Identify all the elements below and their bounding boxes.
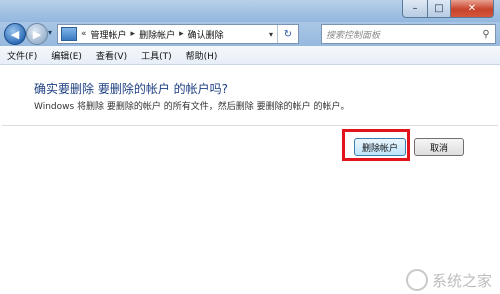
control-panel-icon <box>61 27 77 41</box>
menu-bar: 文件(F) 编辑(E) 查看(V) 工具(T) 帮助(H) <box>0 46 500 65</box>
back-button[interactable]: ◀ <box>4 23 26 45</box>
search-input[interactable]: 搜索控制面板 <box>322 28 477 41</box>
address-controls: ▾ ↻ <box>265 25 298 43</box>
title-bar: – □ ✕ <box>0 0 500 22</box>
menu-help[interactable]: 帮助(H) <box>179 49 225 62</box>
breadcrumb-separator-icon[interactable]: ▸ <box>179 29 184 39</box>
refresh-icon[interactable]: ↻ <box>277 25 298 43</box>
close-button[interactable]: ✕ <box>451 0 494 18</box>
address-dropdown-icon[interactable]: ▾ <box>265 30 277 39</box>
breadcrumb-overflow[interactable]: « <box>81 29 87 39</box>
divider <box>2 125 498 126</box>
watermark-text: 系统之家 <box>431 271 492 290</box>
confirm-heading: 确实要删除 要删除的帐户 的帐户吗? <box>34 82 228 96</box>
maximize-button[interactable]: □ <box>428 0 451 18</box>
highlight-box <box>342 129 410 161</box>
confirm-description: Windows 将删除 要删除的帐户 的所有文件，然后删除 要删除的帐户 的帐户… <box>34 102 350 112</box>
navigation-bar: ◀ ▶ ▾ « 管理帐户 ▸ 删除帐户 ▸ 确认删除 ▾ ↻ 搜索控制面板 ⚲ <box>0 22 500 46</box>
breadcrumb-separator-icon[interactable]: ▸ <box>131 29 136 39</box>
menu-tools[interactable]: 工具(T) <box>134 49 179 62</box>
menu-edit[interactable]: 编辑(E) <box>44 49 89 62</box>
minimize-button[interactable]: – <box>402 0 428 18</box>
address-bar[interactable]: « 管理帐户 ▸ 删除帐户 ▸ 确认删除 ▾ ↻ <box>57 24 299 44</box>
recent-pages-dropdown-icon[interactable]: ▾ <box>48 28 52 37</box>
search-box[interactable]: 搜索控制面板 ⚲ <box>321 24 496 44</box>
cancel-button[interactable]: 取消 <box>414 138 464 156</box>
menu-view[interactable]: 查看(V) <box>89 49 134 62</box>
content-pane: 确实要删除 要删除的帐户 的帐户吗? Windows 将删除 要删除的帐户 的所… <box>2 65 498 294</box>
breadcrumb-item-delete-account[interactable]: 删除帐户 <box>139 28 175 41</box>
breadcrumb-item-confirm-delete[interactable]: 确认删除 <box>188 28 224 41</box>
search-icon[interactable]: ⚲ <box>477 29 495 40</box>
watermark-icon <box>405 269 428 291</box>
caption-buttons: – □ ✕ <box>402 0 494 18</box>
breadcrumb-item-manage-accounts[interactable]: 管理帐户 <box>91 28 127 41</box>
menu-file[interactable]: 文件(F) <box>0 49 44 62</box>
watermark-logo: 系统之家 <box>405 269 492 291</box>
forward-button[interactable]: ▶ <box>26 23 48 45</box>
